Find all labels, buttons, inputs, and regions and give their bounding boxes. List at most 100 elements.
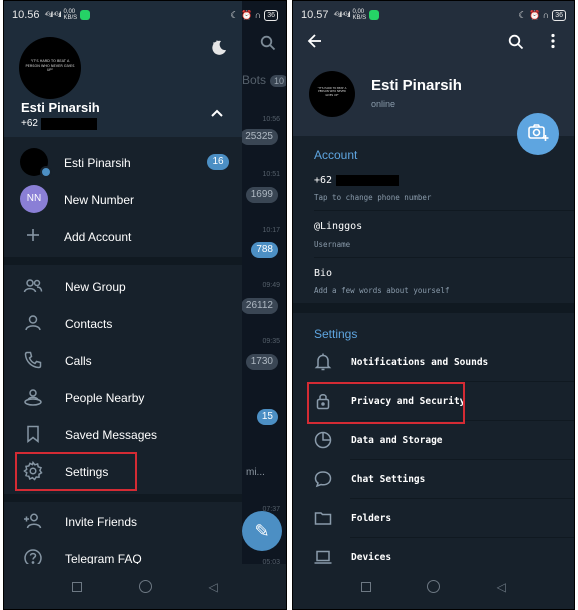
chat-time: 09:35 [262, 338, 280, 345]
menu-item-invite-friends[interactable]: Invite Friends [4, 503, 242, 540]
signal-icon: ⁴ᴳ.ıll ⁴ᴳ.ıll [44, 11, 62, 19]
section-gap [293, 303, 574, 313]
network-speed: 0,00 KB/S [63, 9, 78, 21]
bio-value: Bio [314, 268, 333, 279]
settings-item-data-storage[interactable]: Data and Storage [293, 421, 574, 460]
recents-icon[interactable] [72, 581, 83, 592]
pencil-icon: ✎ [254, 520, 270, 541]
drawer-phone-prefix: +62 [21, 118, 38, 129]
status-icons: ☾ ⏰ ∩ [230, 9, 262, 20]
whatsapp-notification-icon [80, 10, 91, 20]
profile-status: online [371, 99, 396, 109]
menu-label: People Nearby [65, 391, 145, 405]
settings-section-title: Settings [314, 327, 358, 341]
settings-label: Chat Settings [351, 474, 426, 485]
bio-row[interactable]: Bio Add a few words about yourself [293, 263, 574, 303]
settings-label: Folders [351, 513, 392, 524]
chevron-up-icon[interactable] [210, 105, 224, 121]
settings-label: Notifications and Sounds [351, 357, 489, 368]
group-icon [23, 276, 43, 296]
unread-badge: 26112 [240, 298, 278, 314]
divider [4, 257, 242, 265]
chat-snippet: mi... [246, 467, 265, 478]
set-photo-button[interactable] [517, 113, 559, 155]
settings-item-chat-settings[interactable]: Chat Settings [293, 460, 574, 499]
phone-number-row[interactable]: +62 Tap to change phone number [293, 169, 574, 209]
profile-avatar[interactable]: "IT'S HARD TO BEAT A PERSON WHO NEVER GI… [19, 37, 81, 99]
chat-list-background: Bots 10 10:56 25325 10:51 1699 10:17 788… [240, 1, 286, 566]
chat-time: 10:56 [262, 116, 280, 123]
settings-item-folders[interactable]: Folders [293, 499, 574, 538]
battery-icon: 36 [264, 9, 278, 21]
unread-badge: 15 [256, 409, 278, 425]
username-row[interactable]: @Linggos Username [293, 216, 574, 256]
battery-icon: 36 [552, 9, 566, 21]
left-phone-screen: 10.56 ⁴ᴳ.ıll ⁴ᴳ.ıll 0,00 KB/S ☾ ⏰ ∩ 36 B… [3, 0, 287, 610]
menu-label: Contacts [65, 317, 113, 331]
menu-label: New Group [65, 280, 126, 294]
system-nav-bar: ◁ [4, 564, 286, 609]
back-arrow-icon[interactable] [307, 33, 323, 54]
divider [314, 257, 574, 258]
settings-item-notifications[interactable]: Notifications and Sounds [293, 343, 574, 382]
recents-icon[interactable] [361, 581, 372, 592]
account-item-new-number[interactable]: NN New Number [4, 181, 242, 218]
account-label: New Number [64, 193, 135, 207]
redacted-phone-number [336, 175, 399, 186]
status-bar: 10.57 ⁴ᴳ.ıll ⁴ᴳ.ıll 0,00 KB/S ☾ ⏰ ∩ 36 [293, 1, 574, 29]
back-icon[interactable]: ◁ [208, 580, 217, 594]
chat-time: 10:51 [262, 171, 280, 178]
search-icon[interactable] [508, 34, 524, 54]
menu-item-calls[interactable]: Calls [4, 342, 242, 379]
plus-icon [25, 227, 41, 248]
username-value: @Linggos [314, 221, 363, 232]
night-mode-icon[interactable] [210, 39, 228, 62]
status-time: 10.57 [301, 9, 329, 21]
avatar-initials: NN [20, 185, 48, 213]
status-time: 10.56 [12, 9, 40, 21]
profile-avatar[interactable]: "IT'S HARD TO BEAT A PERSON WHO NEVER GI… [309, 71, 355, 117]
bookmark-icon [23, 424, 43, 444]
menu-item-people-nearby[interactable]: People Nearby [4, 379, 242, 416]
username-label: Username [314, 240, 351, 249]
status-icons: ☾ ⏰ ∩ [518, 9, 550, 20]
account-label: Add Account [64, 230, 132, 244]
chat-time: 10:17 [262, 227, 280, 234]
phone-icon [23, 350, 43, 370]
privacy-highlight-box [307, 382, 465, 424]
phone-hint: Tap to change phone number [314, 193, 432, 202]
system-nav-bar: ◁ [293, 564, 574, 609]
person-icon [23, 313, 43, 333]
home-icon[interactable] [427, 580, 441, 593]
folder-icon [313, 508, 333, 528]
unread-badge: 16 [207, 154, 229, 170]
account-label: Esti Pinarsih [64, 156, 131, 170]
add-account-button[interactable]: Add Account [4, 218, 242, 255]
nearby-icon [23, 387, 43, 407]
right-phone-screen: 10.57 ⁴ᴳ.ıll ⁴ᴳ.ıll 0,00 KB/S ☾ ⏰ ∩ 36 "… [292, 0, 575, 610]
pie-chart-icon [313, 430, 333, 450]
avatar-quote: "IT'S HARD TO BEAT A PERSON WHO NEVER GI… [25, 59, 75, 72]
menu-item-new-group[interactable]: New Group [4, 268, 242, 305]
redacted-phone-number [41, 118, 97, 130]
whatsapp-notification-icon [369, 10, 380, 20]
network-speed: 0,00 KB/S [352, 9, 367, 21]
settings-label: Data and Storage [351, 435, 443, 446]
tab-bots[interactable]: Bots [242, 73, 266, 87]
home-icon[interactable] [138, 580, 152, 593]
menu-item-contacts[interactable]: Contacts [4, 305, 242, 342]
menu-item-saved-messages[interactable]: Saved Messages [4, 416, 242, 453]
chat-bubble-icon [313, 469, 333, 489]
menu-label: Invite Friends [65, 515, 138, 529]
active-account-indicator [40, 166, 52, 178]
unread-badge: 25325 [240, 129, 278, 145]
compose-button[interactable]: ✎ [242, 511, 282, 551]
search-icon[interactable] [260, 35, 276, 56]
divider [4, 494, 242, 502]
bio-hint: Add a few words about yourself [314, 286, 450, 295]
menu-label: Calls [65, 354, 92, 368]
back-icon[interactable]: ◁ [497, 580, 506, 594]
account-item-esti[interactable]: Esti Pinarsih 16 [4, 144, 242, 181]
chat-time: 09:49 [262, 282, 280, 289]
more-options-icon[interactable] [550, 33, 556, 53]
